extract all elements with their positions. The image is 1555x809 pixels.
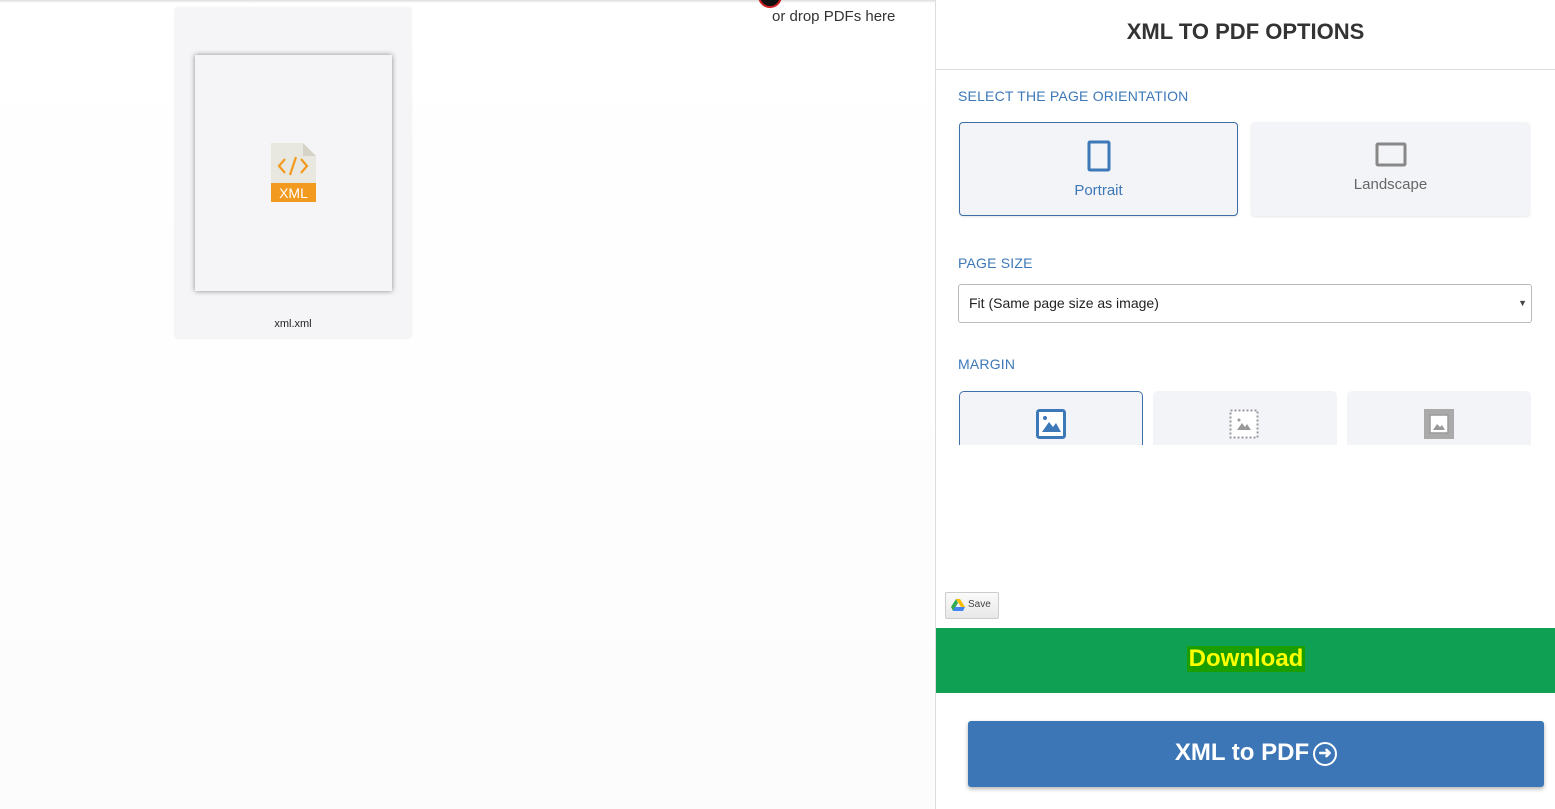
portrait-label: Portrait	[1074, 182, 1123, 199]
landscape-option[interactable]: Landscape	[1251, 122, 1530, 216]
portrait-option[interactable]: Portrait	[959, 122, 1238, 216]
drop-hint: or drop PDFs here	[772, 8, 896, 25]
convert-label: XML to PDF	[1174, 739, 1310, 766]
margin-none-option[interactable]	[959, 391, 1143, 445]
image-big-margin-icon	[1424, 409, 1454, 439]
orientation-label: SELECT THE PAGE ORIENTATION	[958, 88, 1189, 104]
file-name: xml.xml	[274, 318, 312, 330]
margin-label: MARGIN	[958, 356, 1016, 372]
xml-file-icon: XML	[271, 143, 316, 202]
image-small-margin-icon	[1229, 409, 1259, 439]
portrait-icon	[1087, 140, 1110, 172]
landscape-label: Landscape	[1353, 176, 1428, 193]
page-size-value: Fit (Same page size as image)	[969, 295, 1159, 311]
file-card[interactable]: XML xml.xml	[175, 8, 411, 338]
save-to-drive-button[interactable]: Save	[945, 592, 999, 619]
add-files-button[interactable]	[758, 0, 782, 8]
download-button[interactable]: Download	[936, 628, 1555, 693]
image-icon	[1036, 409, 1066, 439]
google-drive-icon	[951, 599, 965, 611]
options-panel: XML TO PDF OPTIONS SELECT THE PAGE ORIEN…	[935, 0, 1555, 809]
margin-small-option[interactable]	[1153, 391, 1337, 445]
arrow-right-circle-icon: ➜	[1313, 741, 1338, 766]
chevron-down-icon: ▼	[1518, 298, 1527, 308]
svg-text:XML: XML	[279, 185, 308, 201]
save-label: Save	[968, 599, 991, 610]
landscape-icon	[1375, 142, 1406, 167]
top-shadow	[0, 0, 935, 3]
options-title: XML TO PDF OPTIONS	[936, 0, 1555, 70]
xml-to-pdf-button[interactable]: XML to PDF ➜	[968, 721, 1544, 787]
margin-big-option[interactable]	[1347, 391, 1531, 445]
download-label: Download	[1186, 645, 1306, 672]
page-size-label: PAGE SIZE	[958, 255, 1033, 271]
file-preview: XML	[195, 55, 392, 291]
upload-area[interactable]: or drop PDFs here XML xml.xml	[0, 0, 935, 809]
page-size-select[interactable]: Fit (Same page size as image) ▼	[958, 284, 1532, 323]
